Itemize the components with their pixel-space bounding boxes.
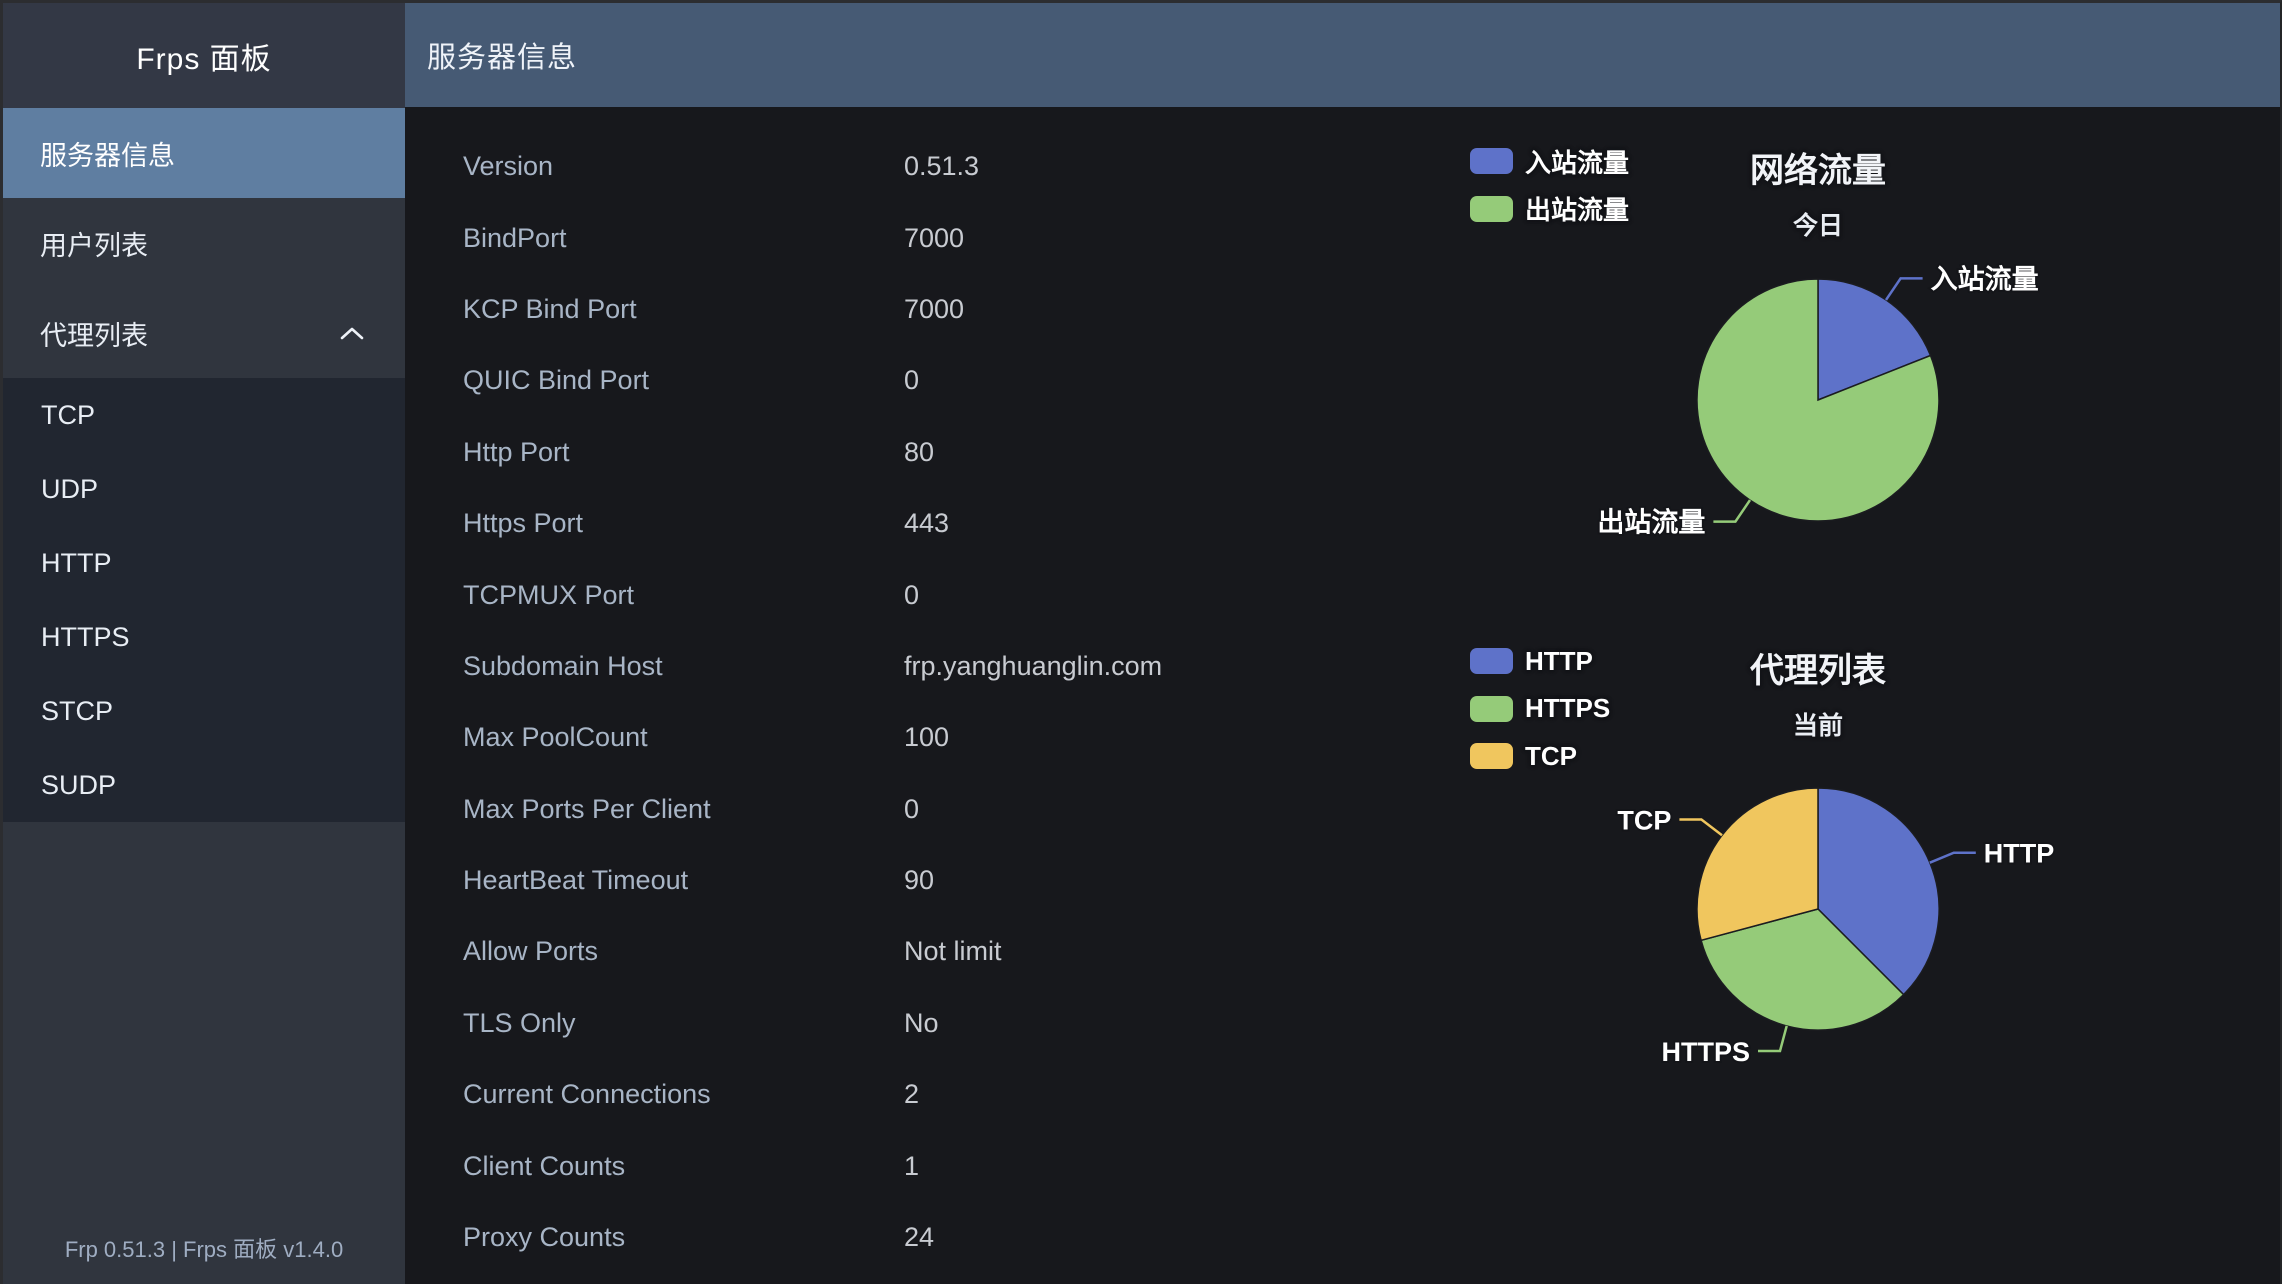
info-value: 2	[904, 1079, 919, 1110]
info-label: Client Counts	[463, 1151, 904, 1182]
app-frame: Frps 面板 服务器信息 用户列表 代理列表 TCPUDPHTTPHTTPSS…	[0, 0, 2282, 1284]
info-value: 0	[904, 794, 919, 825]
info-label: QUIC Bind Port	[463, 365, 904, 396]
page-title: 服务器信息	[427, 34, 577, 76]
sidebar-menu: 服务器信息 用户列表 代理列表 TCPUDPHTTPHTTPSSTCPSUDP	[3, 108, 405, 822]
info-value: 0	[904, 365, 919, 396]
info-row: TLS OnlyNo	[463, 988, 1162, 1059]
info-label: Allow Ports	[463, 936, 904, 967]
info-label: TLS Only	[463, 1008, 904, 1039]
info-row: Proxy Counts24	[463, 1202, 1162, 1273]
sidebar-subitem-https[interactable]: HTTPS	[3, 600, 405, 674]
info-row: Max Ports Per Client0	[463, 774, 1162, 845]
pie-svg: 入站流量出站流量	[1438, 107, 2198, 610]
sidebar-item-label: 服务器信息	[40, 134, 175, 173]
sidebar-item-server-info[interactable]: 服务器信息	[3, 108, 405, 198]
chart-proxy-list: 代理列表 当前 HTTPHTTPSTCP HTTPHTTPSTCP	[1438, 607, 2198, 1281]
sidebar-subitem-stcp[interactable]: STCP	[3, 674, 405, 748]
info-row: Current Connections2	[463, 1059, 1162, 1130]
info-value: 90	[904, 865, 934, 896]
info-value: frp.yanghuanglin.com	[904, 651, 1162, 682]
content: Version0.51.3BindPort7000KCP Bind Port70…	[405, 107, 2280, 1284]
pie-label-tcp: TCP	[1617, 806, 1671, 836]
main-area: 服务器信息 Version0.51.3BindPort7000KCP Bind …	[405, 3, 2280, 1284]
info-value: 1	[904, 1151, 919, 1182]
info-row: Subdomain Hostfrp.yanghuanglin.com	[463, 631, 1162, 702]
info-value: 24	[904, 1222, 934, 1253]
info-row: HeartBeat Timeout90	[463, 845, 1162, 916]
sidebar-footer-version: Frp 0.51.3 | Frps 面板 v1.4.0	[3, 1232, 405, 1264]
info-row: Client Counts1	[463, 1130, 1162, 1201]
sidebar-subitem-tcp[interactable]: TCP	[3, 378, 405, 452]
info-label: Https Port	[463, 508, 904, 539]
sidebar-subitem-http[interactable]: HTTP	[3, 526, 405, 600]
info-label: Http Port	[463, 437, 904, 468]
info-row: BindPort7000	[463, 202, 1162, 273]
info-value: 443	[904, 508, 949, 539]
info-value: 7000	[904, 223, 964, 254]
info-value: 7000	[904, 294, 964, 325]
pie-label-https: HTTPS	[1661, 1037, 1750, 1067]
info-label: Current Connections	[463, 1079, 904, 1110]
sidebar: Frps 面板 服务器信息 用户列表 代理列表 TCPUDPHTTPHTTPSS…	[3, 3, 405, 1284]
pie-leader-line	[1930, 853, 1976, 863]
info-label: TCPMUX Port	[463, 580, 904, 611]
header-bar: 服务器信息	[405, 3, 2280, 107]
info-label: Max PoolCount	[463, 722, 904, 753]
sidebar-item-label: 用户列表	[40, 224, 148, 263]
info-label: HeartBeat Timeout	[463, 865, 904, 896]
info-row: Http Port80	[463, 417, 1162, 488]
sidebar-item-label: 代理列表	[40, 314, 148, 353]
pie-label-http: HTTP	[1984, 839, 2055, 869]
pie-label-入站流量: 入站流量	[1931, 264, 2039, 294]
info-label: BindPort	[463, 223, 904, 254]
info-row: Https Port443	[463, 488, 1162, 559]
pie-leader-line	[1758, 1026, 1787, 1051]
chart-network-traffic: 网络流量 今日 入站流量出站流量 入站流量出站流量	[1438, 107, 2198, 610]
sidebar-item-proxy-list[interactable]: 代理列表	[3, 288, 405, 378]
info-row: KCP Bind Port7000	[463, 274, 1162, 345]
info-row: TCPMUX Port0	[463, 559, 1162, 630]
sidebar-submenu: TCPUDPHTTPHTTPSSTCPSUDP	[3, 378, 405, 822]
charts-panel: 网络流量 今日 入站流量出站流量 入站流量出站流量 代理列表 当前 HTTPHT…	[1438, 107, 2198, 1284]
info-value: Not limit	[904, 936, 1002, 967]
info-row: QUIC Bind Port0	[463, 345, 1162, 416]
chevron-up-icon	[339, 325, 365, 341]
info-label: KCP Bind Port	[463, 294, 904, 325]
sidebar-item-user-list[interactable]: 用户列表	[3, 198, 405, 288]
info-value: 80	[904, 437, 934, 468]
pie-leader-line	[1886, 278, 1923, 300]
pie-svg: HTTP HTTPS TCP	[1438, 607, 2198, 1281]
info-row: Version0.51.3	[463, 131, 1162, 202]
info-value: No	[904, 1008, 939, 1039]
info-value: 0	[904, 580, 919, 611]
info-label: Subdomain Host	[463, 651, 904, 682]
pie-leader-line	[1679, 820, 1722, 836]
pie-label-出站流量: 出站流量	[1597, 508, 1705, 538]
info-label: Proxy Counts	[463, 1222, 904, 1253]
info-value: 100	[904, 722, 949, 753]
info-value: 0.51.3	[904, 151, 979, 182]
info-row: Max PoolCount100	[463, 702, 1162, 773]
info-label: Version	[463, 151, 904, 182]
info-label: Max Ports Per Client	[463, 794, 904, 825]
pie-leader-line	[1713, 500, 1750, 521]
sidebar-subitem-udp[interactable]: UDP	[3, 452, 405, 526]
server-info-list: Version0.51.3BindPort7000KCP Bind Port70…	[463, 131, 1162, 1273]
sidebar-subitem-sudp[interactable]: SUDP	[3, 748, 405, 822]
app-title: Frps 面板	[3, 3, 405, 108]
info-row: Allow PortsNot limit	[463, 916, 1162, 987]
